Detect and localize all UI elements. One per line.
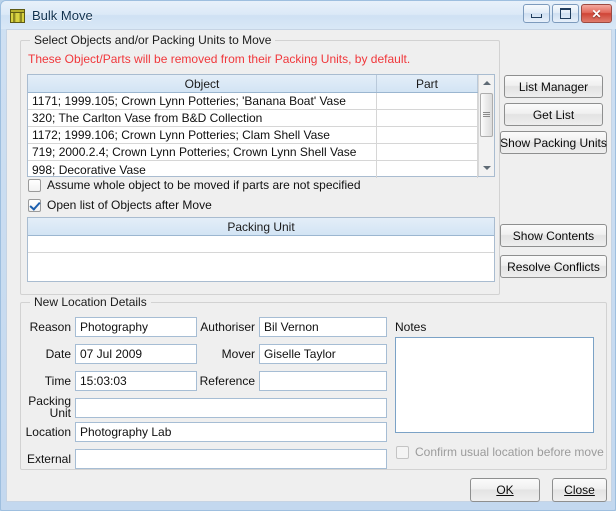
packing-unit-grid[interactable]: Packing Unit	[27, 217, 495, 282]
cell-part[interactable]	[377, 161, 478, 178]
table-row[interactable]: 1171; 1999.105; Crown Lynn Potteries; 'B…	[28, 93, 494, 110]
bulk-move-window: Bulk Move ✕ Select Objects and/or Packin…	[0, 0, 616, 511]
reason-label: Reason	[29, 320, 71, 334]
cell-part[interactable]	[377, 127, 478, 143]
crate-icon	[9, 7, 26, 24]
scrollbar-track[interactable]	[479, 91, 495, 160]
get-list-button-label: Get List	[532, 107, 575, 122]
object-grid-scrollbar[interactable]	[478, 75, 494, 176]
get-list-button[interactable]: Get List	[504, 103, 603, 126]
list-manager-button[interactable]: List Manager	[504, 75, 603, 98]
notes-textarea[interactable]	[395, 337, 594, 433]
authoriser-label: Authoriser	[200, 320, 255, 334]
table-row[interactable]: 998; Decorative Vase	[28, 161, 494, 178]
close-icon: ✕	[591, 6, 602, 21]
window-controls: ✕	[523, 4, 612, 23]
checkbox-box	[28, 198, 41, 212]
external-input[interactable]	[75, 449, 387, 469]
ok-button[interactable]: OK	[470, 478, 540, 502]
object-grid[interactable]: Object Part 1171; 1999.105; Crown Lynn P…	[27, 74, 495, 178]
date-input[interactable]: 07 Jul 2009	[75, 344, 197, 364]
reference-label: Reference	[199, 374, 255, 388]
cell-part[interactable]	[377, 93, 478, 109]
object-grid-header-part[interactable]: Part	[377, 75, 478, 92]
time-input[interactable]: 15:03:03	[75, 371, 197, 391]
table-row[interactable]: 1172; 1999.106; Crown Lynn Potteries; Cl…	[28, 127, 494, 144]
minimize-icon	[531, 14, 542, 18]
confirm-usual-location-label: Confirm usual location before move	[415, 445, 604, 459]
list-manager-button-label: List Manager	[518, 79, 589, 94]
table-row[interactable]: 719; 2000.2.4; Crown Lynn Potteries; Cro…	[28, 144, 494, 161]
show-packing-units-button[interactable]: Show Packing Units	[500, 131, 607, 154]
maximize-icon	[560, 8, 571, 19]
packing-unit-label-line2: Unit	[49, 406, 71, 420]
window-title: Bulk Move	[32, 7, 93, 23]
scrollbar-grip-icon	[482, 112, 490, 118]
new-location-details-legend: New Location Details	[30, 295, 151, 309]
table-row[interactable]: 320; The Carlton Vase from B&D Collectio…	[28, 110, 494, 127]
resolve-conflicts-button[interactable]: Resolve Conflicts	[500, 255, 607, 278]
reason-input[interactable]: Photography	[75, 317, 197, 337]
scroll-up-button[interactable]	[479, 75, 495, 91]
cell-part[interactable]	[377, 110, 478, 126]
dialog-body: Select Objects and/or Packing Units to M…	[6, 29, 612, 502]
mover-label: Mover	[221, 347, 255, 361]
packing-unit-input[interactable]	[75, 398, 387, 418]
scroll-down-button[interactable]	[479, 160, 495, 176]
title-bar[interactable]: Bulk Move ✕	[1, 1, 616, 29]
cell-object[interactable]: 719; 2000.2.4; Crown Lynn Potteries; Cro…	[28, 144, 377, 160]
cell-packing-unit[interactable]	[28, 236, 494, 252]
open-list-after-move-label: Open list of Objects after Move	[47, 198, 212, 212]
show-contents-button-label: Show Contents	[512, 228, 595, 243]
object-grid-header-object[interactable]: Object	[28, 75, 377, 92]
scrollbar-thumb[interactable]	[479, 93, 493, 137]
minimize-button[interactable]	[523, 4, 550, 23]
open-list-after-move-checkbox[interactable]: Open list of Objects after Move	[28, 198, 212, 212]
show-contents-button[interactable]: Show Contents	[500, 224, 607, 247]
close-button[interactable]: ✕	[581, 4, 612, 23]
location-label: Location	[25, 425, 71, 439]
cell-object[interactable]: 998; Decorative Vase	[28, 161, 377, 178]
authoriser-input[interactable]: Bil Vernon	[259, 317, 387, 337]
cell-object[interactable]: 320; The Carlton Vase from B&D Collectio…	[28, 110, 377, 126]
maximize-button[interactable]	[552, 4, 579, 23]
checkbox-box	[28, 178, 41, 192]
removal-warning-text: These Object/Parts will be removed from …	[28, 52, 411, 66]
external-label: External	[26, 452, 71, 466]
mover-input[interactable]: Giselle Taylor	[259, 344, 387, 364]
show-packing-units-button-label: Show Packing Units	[500, 135, 607, 150]
chevron-up-icon	[482, 81, 491, 85]
close-dialog-button[interactable]: Close	[552, 478, 607, 502]
reference-input[interactable]	[259, 371, 387, 391]
notes-label: Notes	[395, 320, 427, 334]
resolve-conflicts-button-label: Resolve Conflicts	[507, 259, 600, 274]
packing-unit-grid-header: Packing Unit	[28, 218, 494, 236]
ok-button-label: OK	[496, 483, 514, 497]
packing-unit-grid-header-label[interactable]: Packing Unit	[28, 218, 494, 235]
cell-part[interactable]	[377, 144, 478, 160]
close-dialog-button-label: Close	[564, 483, 595, 497]
cell-object[interactable]: 1172; 1999.106; Crown Lynn Potteries; Cl…	[28, 127, 377, 143]
cell-object[interactable]: 1171; 1999.105; Crown Lynn Potteries; 'B…	[28, 93, 377, 109]
chevron-down-icon	[482, 166, 491, 170]
checkbox-box	[396, 445, 409, 459]
assume-whole-object-checkbox[interactable]: Assume whole object to be moved if parts…	[28, 178, 361, 192]
date-label: Date	[45, 347, 71, 361]
location-input[interactable]: Photography Lab	[75, 422, 387, 442]
object-grid-header: Object Part	[28, 75, 494, 93]
time-label: Time	[44, 374, 71, 388]
table-row[interactable]	[28, 236, 494, 253]
select-objects-group-legend: Select Objects and/or Packing Units to M…	[30, 33, 276, 47]
assume-whole-object-label: Assume whole object to be moved if parts…	[47, 178, 361, 192]
confirm-usual-location-checkbox[interactable]: Confirm usual location before move	[396, 445, 604, 459]
